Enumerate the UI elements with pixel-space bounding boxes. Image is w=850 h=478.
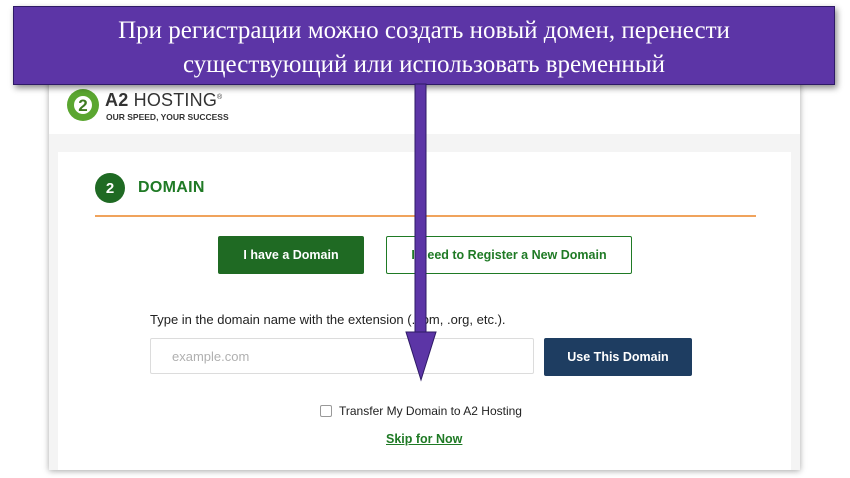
browser-page: 2 A2 HOSTING® OUR SPEED, YOUR SUCCESS 2 … (49, 70, 800, 470)
logo-mark-text: 2 (78, 96, 87, 115)
domain-instruction: Type in the domain name with the extensi… (150, 312, 506, 327)
transfer-label: Transfer My Domain to A2 Hosting (339, 404, 522, 418)
domain-step-card: 2 DOMAIN I have a Domain I Need to Regis… (58, 152, 791, 470)
transfer-checkbox[interactable] (320, 405, 332, 417)
transfer-domain-option[interactable]: Transfer My Domain to A2 Hosting (320, 404, 522, 418)
step-number-badge: 2 (95, 173, 125, 203)
banner-line-1: При регистрации можно создать новый доме… (118, 17, 730, 44)
skip-for-now-link[interactable]: Skip for Now (386, 432, 462, 446)
banner-line-2: существующий или использовать временный (182, 51, 665, 78)
domain-name-input[interactable] (150, 338, 534, 374)
a2-logo-mark-icon: 2 (67, 89, 99, 121)
use-this-domain-button[interactable]: Use This Domain (544, 338, 692, 376)
step-title: DOMAIN (138, 179, 205, 196)
logo-wordmark: A2 HOSTING® (105, 90, 222, 111)
section-divider (95, 215, 756, 217)
logo-tagline: OUR SPEED, YOUR SUCCESS (106, 112, 229, 122)
logo-name-bold: A2 (105, 90, 129, 110)
logo-name-rest: HOSTING (128, 90, 218, 110)
register-new-domain-button[interactable]: I Need to Register a New Domain (386, 236, 632, 274)
annotation-banner: При регистрации можно создать новый доме… (13, 6, 835, 85)
registered-mark: ® (217, 94, 223, 101)
have-domain-button[interactable]: I have a Domain (218, 236, 364, 274)
